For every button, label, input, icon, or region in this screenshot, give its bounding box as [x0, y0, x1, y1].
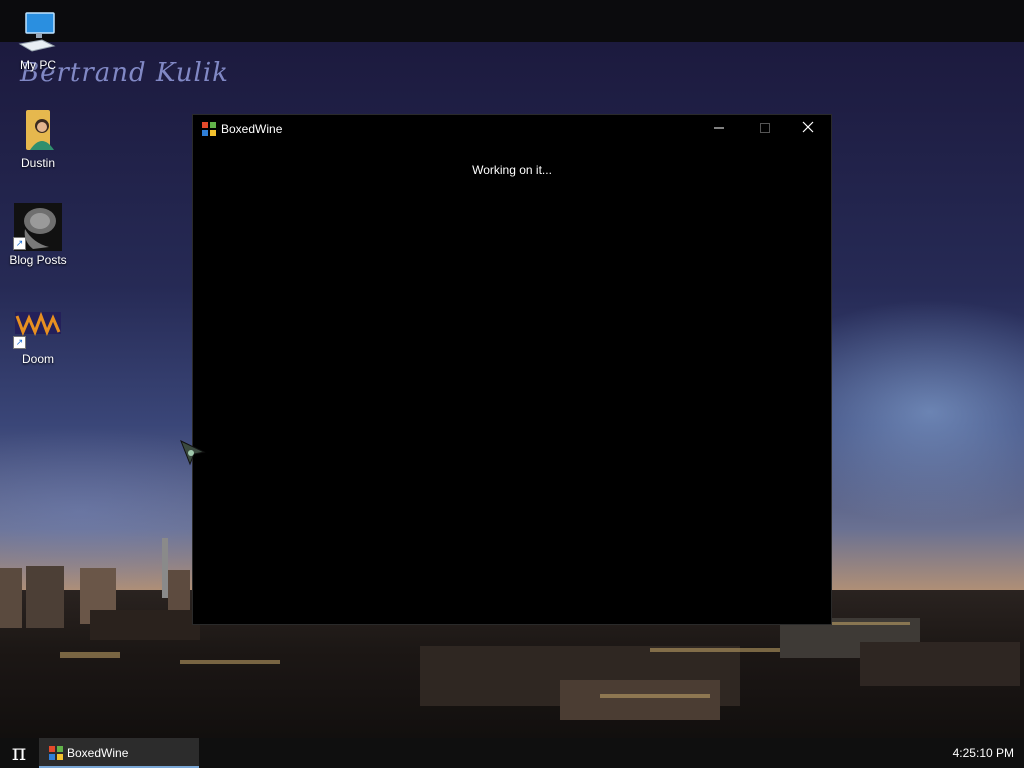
shortcut-arrow-icon: ↗ — [13, 237, 26, 250]
desktop-icon-dustin[interactable]: Dustin — [0, 108, 76, 170]
maximize-icon — [760, 120, 770, 138]
minimize-button[interactable] — [696, 115, 742, 143]
desktop-icon-label: Doom — [21, 352, 54, 366]
desktop-icon-label: Blog Posts — [9, 253, 67, 267]
window-titlebar[interactable]: BoxedWine — [193, 115, 831, 143]
taskbar-item-label: BoxedWine — [67, 746, 129, 760]
taskbar-clock[interactable]: 4:25:10 PM — [953, 746, 1014, 760]
close-button[interactable] — [785, 115, 831, 143]
desktop-icon-label: Dustin — [20, 156, 55, 170]
start-button[interactable]: π — [0, 738, 38, 768]
mouse-cursor-icon — [180, 440, 206, 471]
taskbar: π BoxedWine 4:25:10 PM — [0, 738, 1024, 768]
maximize-button[interactable] — [742, 115, 788, 143]
shortcut-arrow-icon: ↗ — [13, 336, 26, 349]
computer-icon — [0, 10, 76, 54]
brain-scan-shortcut-icon: ↗ — [0, 203, 76, 251]
top-black-band — [0, 0, 1024, 42]
status-message: Working on it... — [472, 163, 552, 177]
close-icon — [802, 120, 814, 138]
doom-shortcut-icon: ↗ — [0, 311, 76, 350]
windows-flag-icon — [201, 121, 217, 142]
window-title: BoxedWine — [221, 122, 283, 136]
user-folder-icon — [0, 108, 76, 154]
boxedwine-window[interactable]: BoxedWine Working on it... — [192, 114, 832, 625]
desktop-icon-blog-posts[interactable]: ↗ Blog Posts — [0, 203, 76, 267]
desktop-icon-label: My PC — [20, 58, 56, 72]
minimize-icon — [714, 120, 724, 138]
desktop-icon-doom[interactable]: ↗ Doom — [0, 311, 76, 366]
windows-flag-icon — [48, 745, 64, 766]
desktop-icon-my-pc[interactable]: My PC — [0, 10, 76, 72]
taskbar-item-boxedwine[interactable]: BoxedWine — [39, 738, 199, 768]
